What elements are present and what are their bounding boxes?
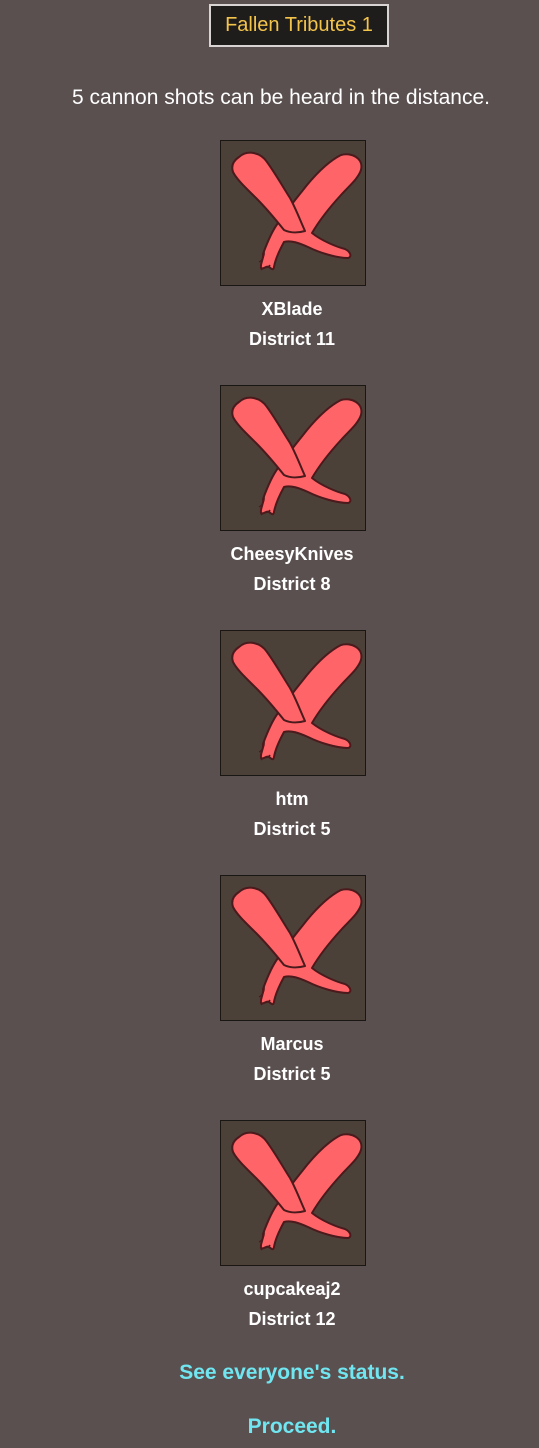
tribute-district: District 8 — [253, 574, 331, 594]
page-title: Fallen Tributes 1 — [209, 4, 389, 47]
tribute-district: District 5 — [253, 819, 331, 839]
tribute-portrait — [220, 630, 366, 776]
tribute-card: Marcus District 5 — [0, 875, 539, 1120]
proceed-link[interactable]: Proceed. — [0, 1413, 539, 1441]
tribute-name: Marcus — [260, 1034, 324, 1054]
tribute-name: htm — [275, 789, 309, 809]
tribute-name: cupcakeaj2 — [243, 1279, 341, 1299]
tribute-card: CheesyKnives District 8 — [0, 385, 539, 630]
announcement-text: 5 cannon shots can be heard in the dista… — [72, 86, 490, 109]
tribute-portrait — [220, 385, 366, 531]
tribute-card: cupcakeaj2 District 12 — [0, 1120, 539, 1365]
see-status-link[interactable]: See everyone's status. — [0, 1359, 539, 1387]
fallen-tributes-list: XBlade District 11 CheesyKnives District… — [0, 140, 539, 1365]
tribute-portrait — [220, 1120, 366, 1266]
tribute-card: htm District 5 — [0, 630, 539, 875]
tribute-portrait — [220, 875, 366, 1021]
red-x-icon — [231, 641, 363, 761]
red-x-icon — [231, 151, 363, 271]
tribute-card: XBlade District 11 — [0, 140, 539, 385]
tribute-portrait — [220, 140, 366, 286]
red-x-icon — [231, 1131, 363, 1251]
red-x-icon — [231, 396, 363, 516]
tribute-district: District 11 — [248, 329, 336, 349]
tribute-district: District 12 — [248, 1309, 336, 1329]
tribute-name: XBlade — [261, 299, 323, 319]
red-x-icon — [231, 886, 363, 1006]
tribute-district: District 5 — [253, 1064, 331, 1084]
tribute-name: CheesyKnives — [230, 544, 354, 564]
